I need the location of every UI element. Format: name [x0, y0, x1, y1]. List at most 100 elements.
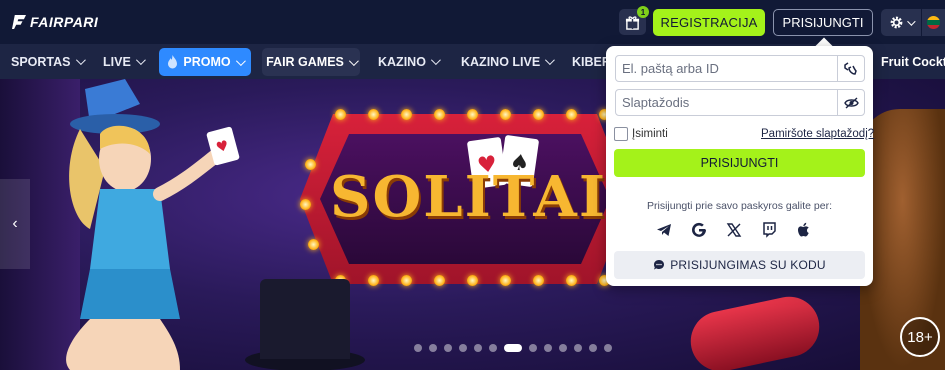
- chevron-down-icon: [348, 55, 359, 66]
- carousel-dot[interactable]: [574, 344, 582, 352]
- chat-bubble-icon: [654, 260, 665, 270]
- carousel-dot[interactable]: [489, 344, 497, 352]
- email-field[interactable]: [615, 55, 865, 82]
- marquee-bulb: [305, 159, 316, 170]
- gear-icon: [890, 16, 903, 29]
- gift-icon: [625, 15, 640, 30]
- fire-icon: [168, 55, 178, 69]
- carousel-dot[interactable]: [444, 344, 452, 352]
- social-login-buttons: [655, 220, 813, 240]
- gift-count-badge: 1: [637, 6, 649, 18]
- x-login-button[interactable]: [725, 220, 743, 240]
- marquee-bulb: [335, 109, 346, 120]
- marquee-bulb: [434, 109, 445, 120]
- phone-switch-button[interactable]: [837, 56, 864, 81]
- phone-icon: [844, 61, 857, 75]
- carousel-dot-active[interactable]: [504, 344, 522, 352]
- language-selector[interactable]: [922, 9, 945, 36]
- twitch-login-button[interactable]: [760, 220, 778, 240]
- nav-item-label: SPORTAS: [11, 54, 71, 69]
- nav-item-label: LIVE: [103, 54, 131, 69]
- marquee-bulb: [566, 109, 577, 120]
- carousel-prev-button[interactable]: ‹: [0, 179, 30, 269]
- marquee-bulb: [368, 275, 379, 286]
- chevron-left-icon: ‹: [12, 215, 18, 232]
- password-field[interactable]: [615, 89, 865, 116]
- marquee-bulb: [401, 275, 412, 286]
- nav-item-kazino-live[interactable]: KAZINO LIVE: [461, 44, 556, 79]
- social-login-caption: Prisijungti prie savo paskyros galite pe…: [646, 200, 832, 212]
- code-login-button[interactable]: PRISIJUNGIMAS SU KODU: [614, 251, 865, 279]
- nav-item-kazino[interactable]: KAZINO: [378, 44, 441, 79]
- x-icon: [726, 223, 742, 237]
- code-login-label: PRISIJUNGIMAS SU KODU: [670, 258, 826, 272]
- carousel-dot[interactable]: [529, 344, 537, 352]
- marquee-bulb: [467, 109, 478, 120]
- nav-item-label: FAIR GAMES: [266, 55, 344, 69]
- marquee-bulb: [500, 109, 511, 120]
- register-button[interactable]: REGISTRACIJA: [653, 9, 765, 36]
- nav-item-sportas[interactable]: SPORTAS: [11, 44, 86, 79]
- gift-button[interactable]: 1: [619, 6, 649, 35]
- marquee-bulb: [533, 275, 544, 286]
- telegram-icon: [657, 224, 671, 236]
- remember-checkbox[interactable]: [614, 127, 628, 141]
- marquee-bulb: [467, 275, 478, 286]
- remember-me[interactable]: Įsiminti: [614, 127, 668, 141]
- chevron-down-icon: [235, 55, 246, 66]
- chevron-down-icon: [135, 55, 146, 66]
- email-input[interactable]: [616, 56, 837, 81]
- carousel-dot[interactable]: [604, 344, 612, 352]
- marquee-bulb: [566, 275, 577, 286]
- lithuania-flag-icon: [927, 16, 940, 29]
- eye-slash-icon: [843, 96, 859, 109]
- chevron-down-icon: [75, 55, 86, 66]
- cannon-illustration: [685, 291, 825, 370]
- carousel-dot[interactable]: [589, 344, 597, 352]
- carousel-dot[interactable]: [544, 344, 552, 352]
- carousel-dot[interactable]: [474, 344, 482, 352]
- marquee-bulb: [500, 275, 511, 286]
- forgot-password-link[interactable]: Pamiršote slaptažodį?: [761, 128, 874, 140]
- marquee-bulb: [368, 109, 379, 120]
- apple-login-button[interactable]: [795, 220, 813, 240]
- nav-item-label: KAZINO LIVE: [461, 54, 541, 69]
- settings-button[interactable]: [881, 9, 921, 36]
- password-input[interactable]: [616, 90, 837, 115]
- remember-label: Įsiminti: [632, 128, 668, 140]
- nav-item-fruit-cocktail[interactable]: Fruit Cockta: [881, 44, 945, 79]
- carousel-dot[interactable]: [429, 344, 437, 352]
- telegram-login-button[interactable]: [655, 220, 673, 240]
- carousel-dot[interactable]: [559, 344, 567, 352]
- marquee-bulb: [533, 109, 544, 120]
- carousel-dot[interactable]: [459, 344, 467, 352]
- top-bar: FAIRPARI 1 REGISTRACIJA PRISIJUNGTI: [0, 0, 945, 44]
- marquee-bulb: [300, 199, 311, 210]
- chevron-down-icon: [545, 55, 556, 66]
- chevron-down-icon: [907, 16, 916, 26]
- login-submit-button[interactable]: PRISIJUNGTI: [614, 149, 865, 177]
- nav-item-fair-games[interactable]: FAIR GAMES: [262, 48, 360, 76]
- logo-mark-icon: [12, 15, 26, 29]
- twitch-icon: [763, 222, 776, 238]
- nav-item-promo[interactable]: PROMO: [159, 48, 251, 76]
- fairpari-logo[interactable]: FAIRPARI: [12, 13, 98, 31]
- marquee-bulb: [434, 275, 445, 286]
- apple-icon: [798, 222, 809, 237]
- marquee-bulb: [308, 239, 319, 250]
- show-password-button[interactable]: [837, 90, 864, 115]
- login-button[interactable]: PRISIJUNGTI: [773, 9, 873, 36]
- age-restriction-badge: 18+: [900, 317, 940, 357]
- magic-hat-illustration: [260, 279, 350, 359]
- logo-text: FAIRPARI: [30, 14, 99, 30]
- google-login-button[interactable]: [690, 220, 708, 240]
- nav-item-label: Fruit Cockta: [881, 54, 945, 69]
- marquee-bulb: [401, 109, 412, 120]
- chevron-down-icon: [430, 55, 441, 66]
- carousel-dot[interactable]: [414, 344, 422, 352]
- google-icon: [692, 222, 706, 237]
- carousel-dots: [414, 344, 612, 352]
- magician-girl-illustration: ♥: [66, 79, 240, 370]
- nav-item-label: KAZINO: [378, 54, 426, 69]
- nav-item-live[interactable]: LIVE: [103, 44, 146, 79]
